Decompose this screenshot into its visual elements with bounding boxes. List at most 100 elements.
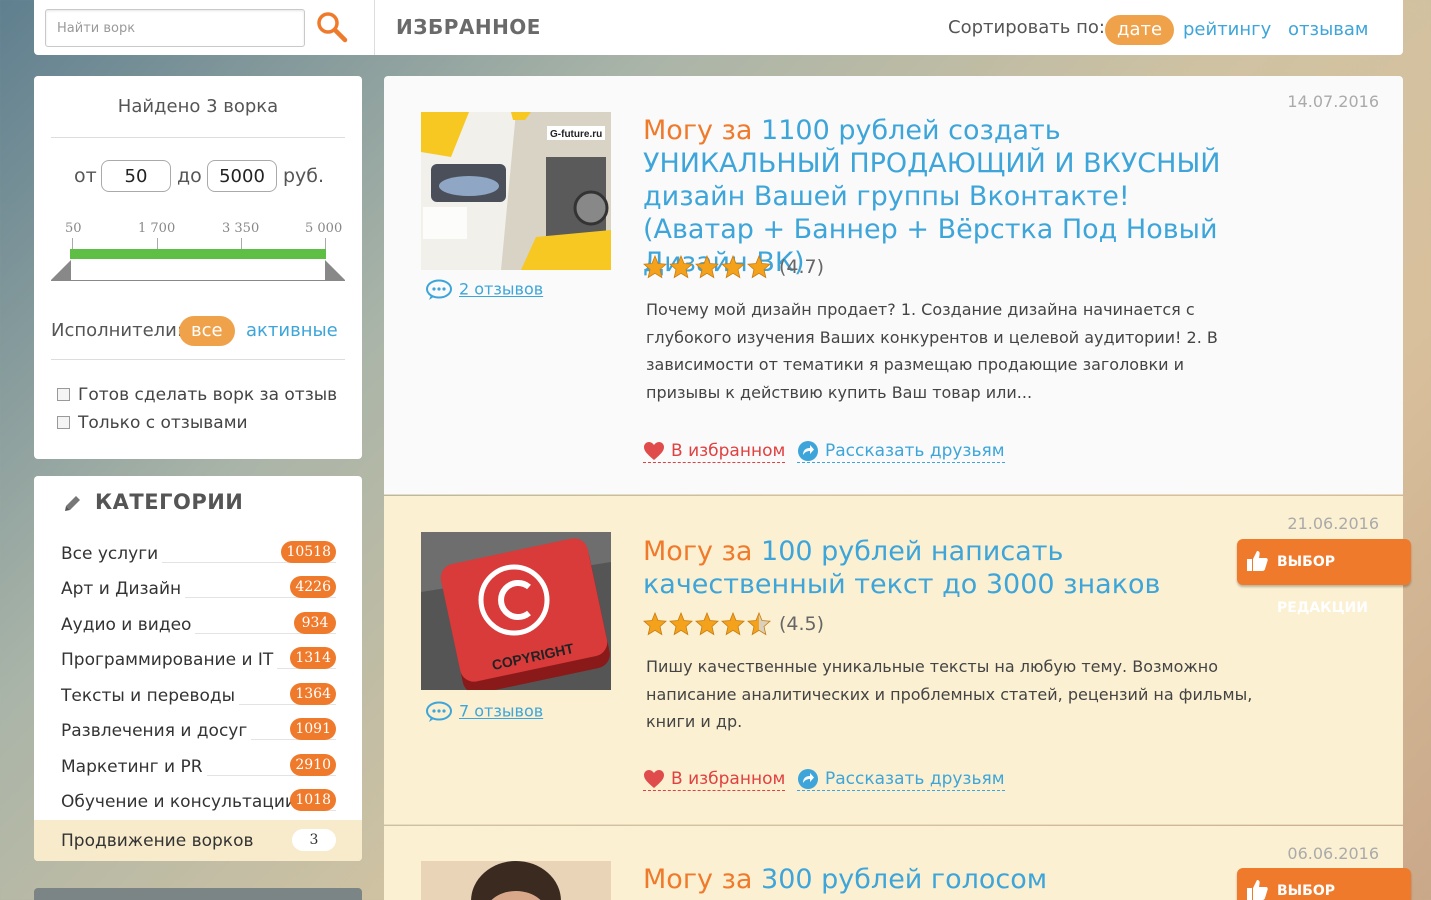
price-from-label: от bbox=[74, 165, 97, 187]
category-count: 1364 bbox=[290, 683, 336, 705]
category-item[interactable]: Программирование и IT 1314 bbox=[61, 647, 336, 675]
sort-label: Сортировать по: bbox=[948, 17, 1105, 38]
work-description: Пишу качественные уникальные тексты на л… bbox=[646, 657, 1253, 731]
price-to-label: до bbox=[177, 165, 202, 187]
work-title[interactable]: Могу за 100 рублей написать качественный… bbox=[643, 535, 1223, 601]
divider bbox=[374, 0, 375, 55]
price-min-input[interactable] bbox=[101, 160, 171, 192]
work-card: 14.07.2016 G-future.ru 2 отзывов Могу за… bbox=[384, 76, 1403, 495]
category-label: Все услуги bbox=[61, 544, 163, 564]
executors-label: Исполнители: bbox=[51, 320, 183, 341]
categories-title: КАТЕГОРИИ bbox=[95, 490, 244, 514]
range-tick-label: 5 000 bbox=[305, 221, 343, 236]
star-half-icon bbox=[747, 612, 771, 636]
thumbnail-image bbox=[421, 861, 611, 900]
work-thumbnail[interactable] bbox=[421, 861, 611, 900]
share-link[interactable]: Рассказать друзьям bbox=[797, 768, 1005, 791]
work-date: 14.07.2016 bbox=[1287, 92, 1379, 111]
search-input[interactable] bbox=[45, 9, 305, 47]
sort-by-rating[interactable]: рейтингу bbox=[1171, 15, 1283, 45]
share-icon bbox=[798, 769, 818, 789]
work-card: 21.06.2016 ВЫБОР РЕДАКЦИИ COPYRIGHT 7 от… bbox=[384, 496, 1411, 825]
badge-label: ВЫБОР РЕДАКЦИИ bbox=[1277, 883, 1336, 899]
category-item[interactable]: Арт и Дизайн 4226 bbox=[61, 576, 336, 604]
rating-value: (4.7) bbox=[779, 256, 825, 278]
category-item[interactable]: Аудио и видео 934 bbox=[61, 612, 336, 640]
sidebar-next-panel bbox=[34, 888, 362, 900]
category-label: Развлечения и досуг bbox=[61, 721, 252, 741]
star-icon bbox=[669, 612, 693, 636]
category-count: 10518 bbox=[281, 541, 336, 563]
page-title: ИЗБРАННОЕ bbox=[396, 15, 541, 39]
category-label: Аудио и видео bbox=[61, 615, 196, 635]
thumbnail-text: G-future.ru bbox=[550, 129, 602, 140]
category-count: 3 bbox=[292, 829, 336, 851]
star-icon bbox=[643, 255, 667, 279]
work-thumbnail[interactable]: COPYRIGHT bbox=[421, 532, 611, 690]
category-label: Арт и Дизайн bbox=[61, 579, 186, 599]
executors-all[interactable]: все bbox=[179, 316, 235, 346]
category-item[interactable]: Тексты и переводы 1364 bbox=[61, 683, 336, 711]
title-prefix: Могу за bbox=[643, 115, 753, 146]
reviews-count: 2 отзывов bbox=[459, 279, 544, 299]
search-icon bbox=[317, 12, 348, 43]
work-title[interactable]: Могу за 300 рублей голосом диктора bbox=[643, 863, 1143, 900]
checkbox-with-reviews[interactable]: Только с отзывами bbox=[57, 413, 248, 433]
divider bbox=[51, 137, 345, 138]
category-count: 1314 bbox=[290, 647, 336, 669]
checkbox-review-work[interactable]: Готов сделать ворк за отзыв bbox=[57, 385, 337, 405]
reviews-link[interactable]: 2 отзывов bbox=[425, 279, 543, 301]
rating-value: (4.5) bbox=[779, 613, 825, 635]
category-label: Тексты и переводы bbox=[61, 686, 240, 706]
star-icon bbox=[695, 255, 719, 279]
category-item[interactable]: Маркетинг и PR 2910 bbox=[61, 754, 336, 782]
checkbox[interactable] bbox=[57, 416, 70, 429]
badge-label: ВЫБОР РЕДАКЦИИ bbox=[1277, 554, 1368, 616]
star-icon bbox=[669, 255, 693, 279]
thumbnail-image: G-future.ru bbox=[421, 112, 611, 270]
checkbox-label: Только с отзывами bbox=[78, 413, 248, 433]
speech-bubble-icon bbox=[426, 701, 452, 722]
checkbox[interactable] bbox=[57, 388, 70, 401]
pencil-icon bbox=[65, 496, 80, 511]
thumbs-up-icon bbox=[1247, 880, 1268, 900]
filter-panel: Найдено 3 ворка от до руб. 50 1 700 3 35… bbox=[34, 76, 362, 459]
category-item-active[interactable]: Продвижение ворков 3 bbox=[34, 820, 362, 861]
executors-active[interactable]: активные bbox=[234, 316, 350, 346]
heart-icon bbox=[644, 442, 664, 460]
favorite-link[interactable]: В избранном bbox=[643, 440, 786, 463]
share-link[interactable]: Рассказать друзьям bbox=[797, 440, 1005, 463]
category-item[interactable]: Все услуги 10518 bbox=[61, 541, 336, 569]
category-count: 4226 bbox=[290, 576, 336, 598]
favorite-label: В избранном bbox=[671, 441, 786, 461]
price-range-track[interactable] bbox=[70, 249, 326, 259]
title-prefix: Могу за bbox=[643, 536, 753, 567]
speech-bubble-icon bbox=[426, 279, 452, 300]
category-label: Обучение и консультации bbox=[61, 792, 300, 812]
category-label: Маркетинг и PR bbox=[61, 757, 207, 777]
share-label: Рассказать друзьям bbox=[825, 769, 1005, 789]
category-label: Программирование и IT bbox=[61, 650, 278, 670]
favorite-label: В избранном bbox=[671, 769, 786, 789]
category-item[interactable]: Обучение и консультации 1018 bbox=[61, 789, 336, 817]
rating-stars: (4.7) bbox=[643, 255, 824, 281]
category-count: 1091 bbox=[290, 718, 336, 740]
work-thumbnail[interactable]: G-future.ru bbox=[421, 112, 611, 270]
star-icon bbox=[643, 612, 667, 636]
work-description: Почему мой дизайн продает? 1. Создание д… bbox=[646, 300, 1218, 402]
heart-icon bbox=[644, 770, 664, 788]
price-max-input[interactable] bbox=[207, 160, 277, 192]
reviews-link[interactable]: 7 отзывов bbox=[425, 701, 543, 723]
price-range-max-handle[interactable] bbox=[325, 260, 345, 280]
search-button[interactable] bbox=[314, 9, 350, 45]
currency-label: руб. bbox=[283, 165, 325, 187]
found-count: Найдено 3 ворка bbox=[117, 96, 279, 117]
category-item[interactable]: Развлечения и досуг 1091 bbox=[61, 718, 336, 746]
category-count: 2910 bbox=[290, 754, 336, 776]
category-count: 1018 bbox=[290, 789, 336, 811]
price-range-min-handle[interactable] bbox=[51, 260, 71, 280]
rating-stars: (4.5) bbox=[643, 612, 824, 638]
favorite-link[interactable]: В избранном bbox=[643, 768, 786, 791]
sort-by-date[interactable]: дате bbox=[1105, 15, 1175, 45]
sort-by-reviews[interactable]: отзывам bbox=[1276, 15, 1381, 45]
